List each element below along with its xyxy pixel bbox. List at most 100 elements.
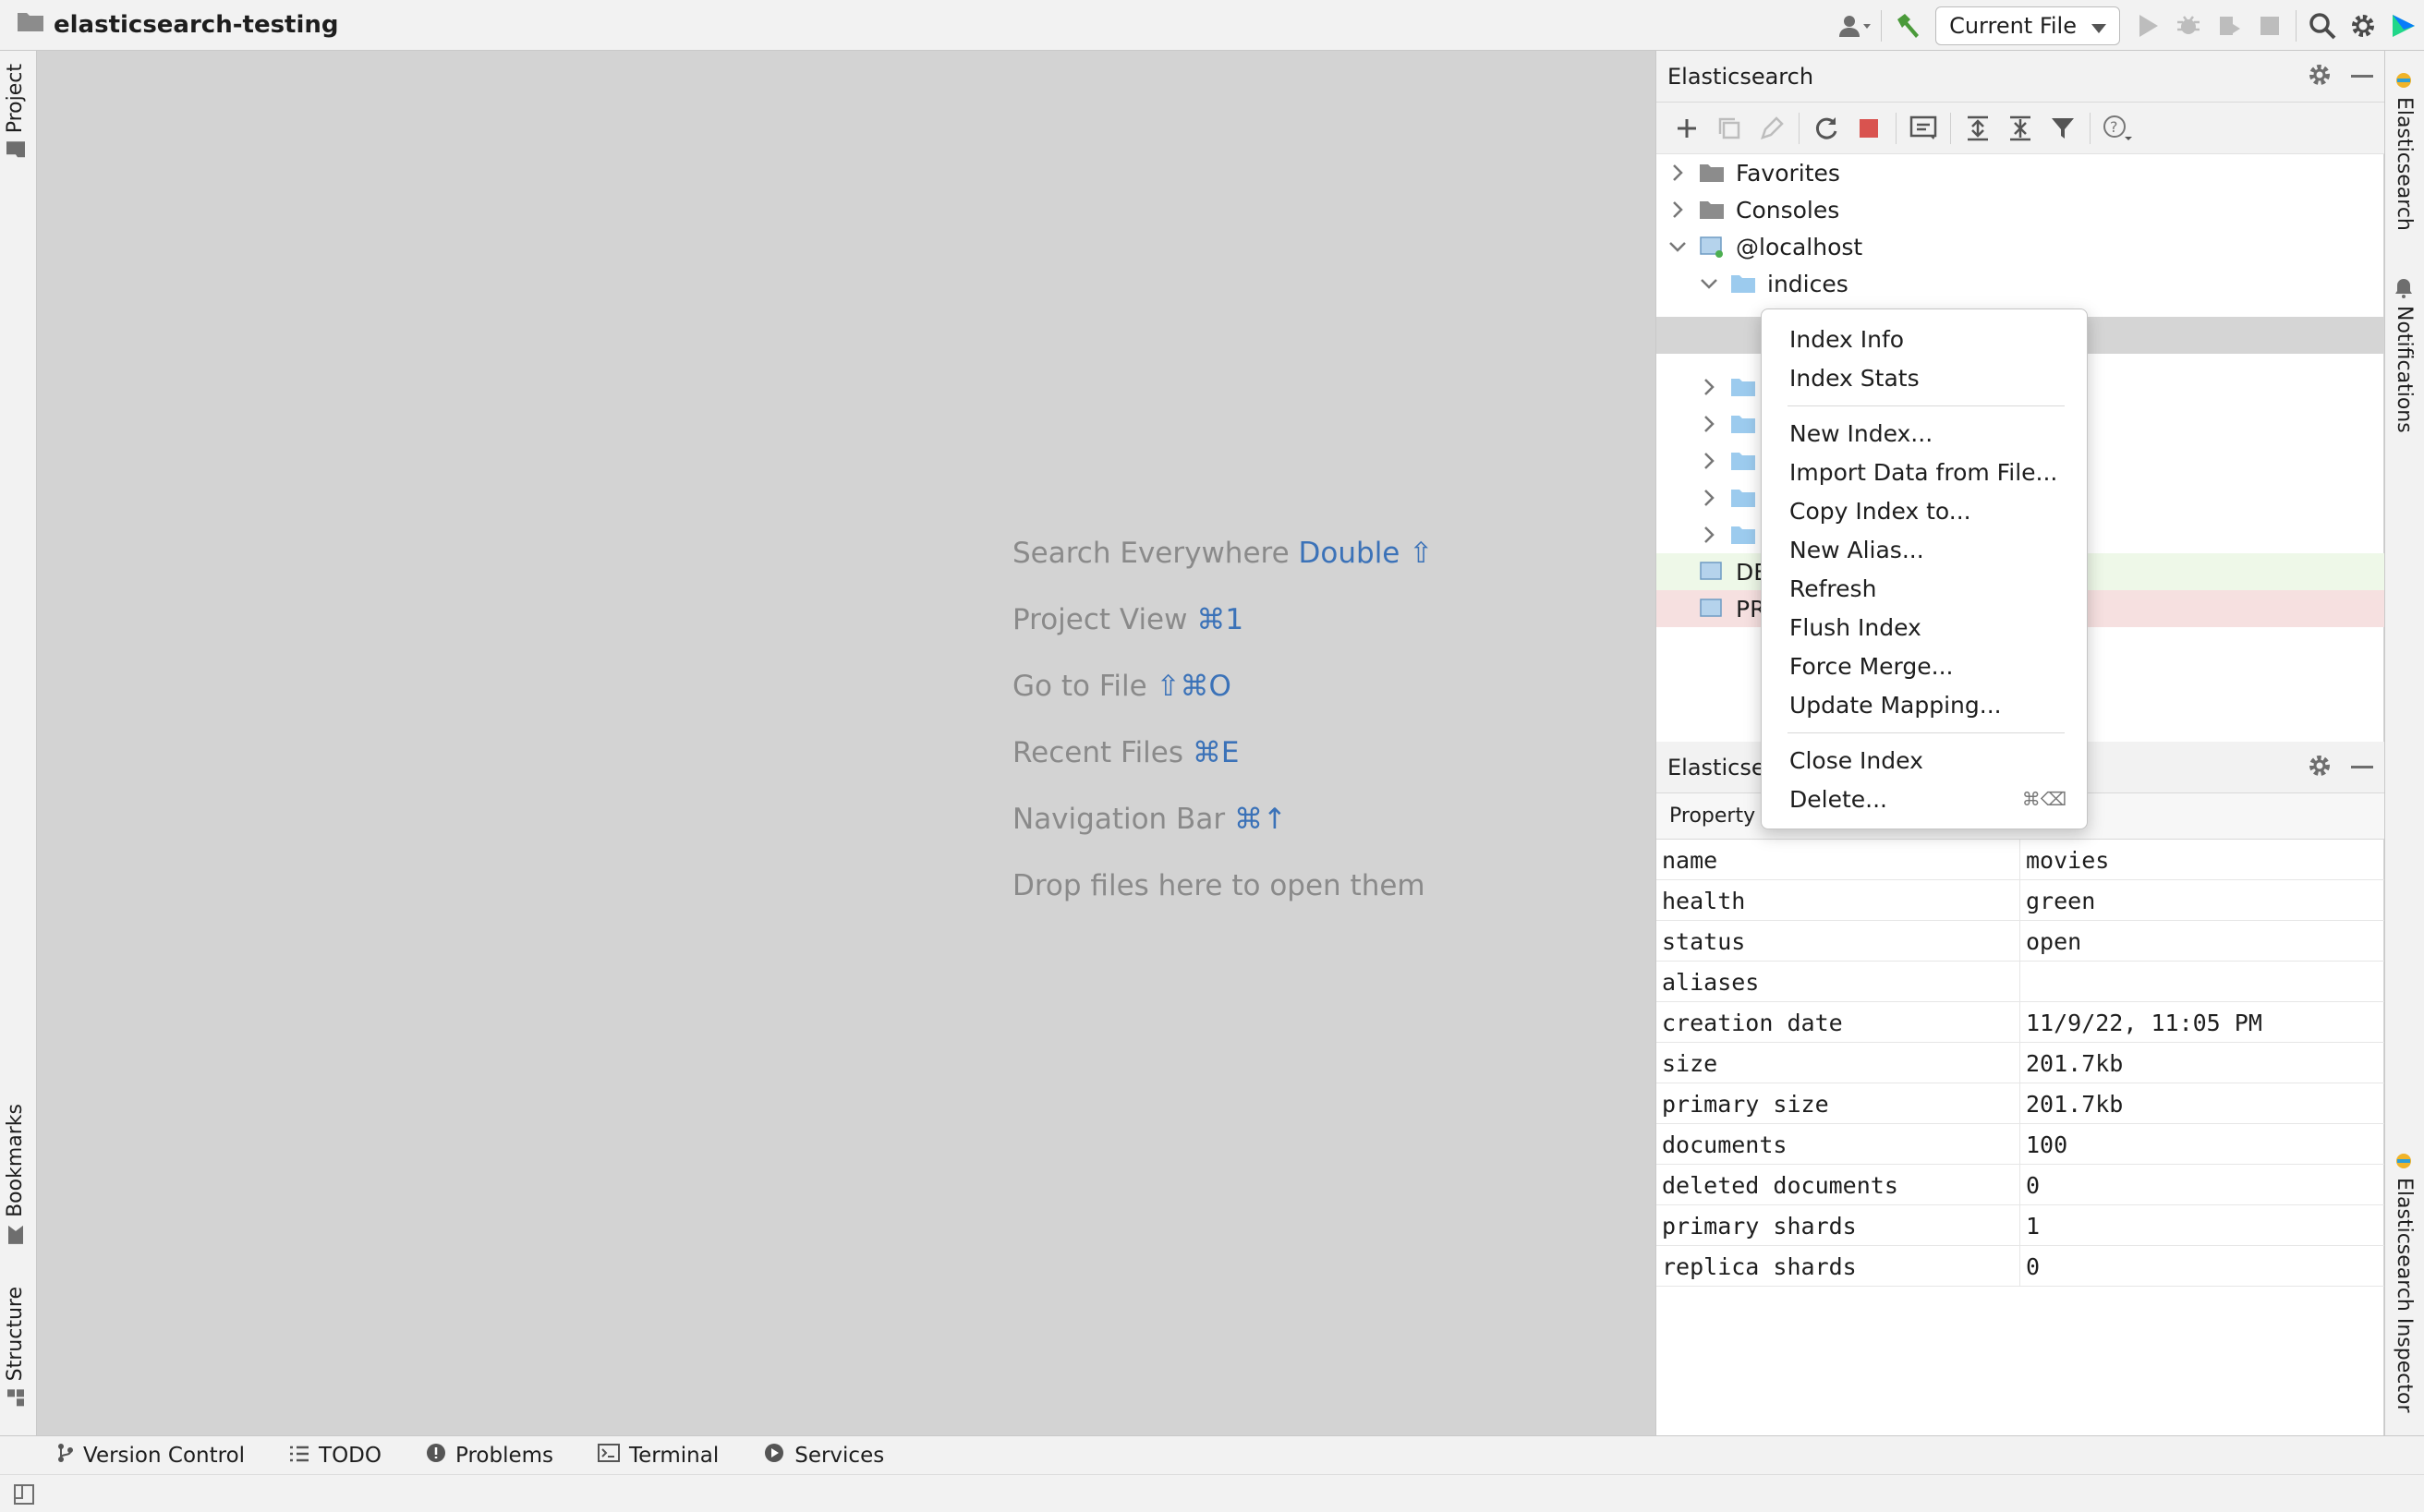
filter-icon[interactable]	[2042, 107, 2084, 150]
expand-all-icon[interactable]	[1957, 107, 1999, 150]
run-configuration-select[interactable]: Current File	[1935, 6, 2120, 45]
column-divider	[2019, 880, 2020, 921]
chevron-right-icon[interactable]	[1699, 378, 1719, 396]
menu-item-new-alias[interactable]: New Alias...	[1762, 531, 2087, 568]
property-row[interactable]: aliases	[1656, 962, 2384, 1002]
property-row[interactable]: creation date 11/9/22, 11:05 PM	[1656, 1002, 2384, 1043]
collapse-all-icon[interactable]	[1999, 107, 2042, 150]
stop-icon[interactable]	[1848, 107, 1890, 150]
elasticsearch-icon	[2393, 1152, 2416, 1170]
copy-icon[interactable]	[1708, 107, 1751, 150]
property-row[interactable]: replica shards 0	[1656, 1246, 2384, 1287]
bell-icon	[2393, 278, 2416, 298]
tab-structure[interactable]: Structure	[4, 1287, 27, 1407]
tab-structure-label: Structure	[4, 1287, 27, 1382]
gear-icon[interactable]	[2307, 753, 2333, 784]
menu-item-index-stats[interactable]: Index Stats	[1762, 359, 2087, 396]
tree-node-localhost[interactable]: @localhost	[1656, 228, 2384, 265]
chevron-right-icon[interactable]	[1699, 526, 1719, 544]
tab-elasticsearch-label: Elasticsearch	[2393, 97, 2416, 231]
property-value: 1	[2026, 1213, 2041, 1240]
property-key: creation date	[1662, 1010, 1843, 1036]
layout-toggle-icon[interactable]	[13, 1483, 35, 1511]
user-icon[interactable]	[1835, 6, 1875, 46]
menu-item-new-index[interactable]: New Index...	[1762, 415, 2087, 452]
stop-icon[interactable]	[2249, 6, 2290, 46]
tab-todo[interactable]: TODO	[289, 1444, 382, 1468]
tab-elasticsearch-inspector[interactable]: Elasticsearch Inspector	[2393, 1152, 2416, 1412]
tab-terminal[interactable]: Terminal	[598, 1443, 719, 1468]
tree-node-label: Consoles	[1736, 196, 1840, 224]
menu-item-index-info[interactable]: Index Info	[1762, 321, 2087, 357]
hint-search-everywhere: Search Everywhere Double ⇧	[1012, 537, 1434, 570]
menu-item-copy-index[interactable]: Copy Index to...	[1762, 492, 2087, 529]
search-icon[interactable]	[2302, 6, 2343, 46]
menu-item-delete[interactable]: Delete... ⌘⌫	[1762, 780, 2087, 817]
menu-item-refresh[interactable]: Refresh	[1762, 570, 2087, 607]
tree-node-label: @localhost	[1736, 233, 1863, 260]
hint-drop-files: Drop files here to open them	[1012, 869, 1425, 902]
tab-bookmarks[interactable]: Bookmarks	[4, 1104, 27, 1245]
menu-item-import-data[interactable]: Import Data from File...	[1762, 454, 2087, 490]
property-row[interactable]: primary shards 1	[1656, 1205, 2384, 1246]
minimize-icon[interactable]	[2351, 75, 2373, 78]
tree-node-indices[interactable]: indices	[1656, 265, 2384, 302]
chevron-right-icon[interactable]	[1699, 452, 1719, 470]
tab-problems[interactable]: Problems	[426, 1443, 553, 1469]
editor-empty-area[interactable]: Search Everywhere Double ⇧ Project View …	[38, 51, 1654, 1435]
chevron-down-icon[interactable]	[1667, 241, 1688, 252]
menu-item-update-mapping[interactable]: Update Mapping...	[1762, 686, 2087, 723]
folder-icon	[1730, 525, 1756, 545]
refresh-icon[interactable]	[1805, 107, 1848, 150]
branch-icon	[57, 1443, 74, 1469]
minimize-icon[interactable]	[2351, 766, 2373, 768]
chevron-right-icon[interactable]	[1667, 200, 1688, 219]
edit-icon[interactable]	[1751, 107, 1793, 150]
menu-item-flush-index[interactable]: Flush Index	[1762, 609, 2087, 646]
tab-project-label: Project	[4, 64, 27, 134]
coverage-icon[interactable]	[2209, 6, 2249, 46]
add-icon[interactable]	[1666, 107, 1708, 150]
tab-notifications-label: Notifications	[2393, 306, 2416, 433]
help-icon[interactable]: ?	[2096, 107, 2139, 150]
gear-icon[interactable]	[2343, 6, 2383, 46]
property-column-header[interactable]: Property	[1669, 804, 1755, 828]
build-hammer-icon[interactable]	[1887, 6, 1928, 46]
menu-item-close-index[interactable]: Close Index	[1762, 742, 2087, 779]
query-console-icon[interactable]	[1902, 107, 1945, 150]
chevron-down-icon[interactable]	[1699, 278, 1719, 289]
run-icon[interactable]	[2127, 6, 2168, 46]
tab-elasticsearch[interactable]: Elasticsearch	[2393, 71, 2416, 231]
chevron-right-icon[interactable]	[1699, 415, 1719, 433]
gear-icon[interactable]	[2307, 62, 2333, 93]
tab-notifications[interactable]: Notifications	[2393, 278, 2416, 433]
tree-node-consoles[interactable]: Consoles	[1656, 191, 2384, 228]
property-row[interactable]: health green	[1656, 880, 2384, 921]
property-row[interactable]: status open	[1656, 921, 2384, 962]
left-tool-strip: Project Bookmarks Structure	[0, 51, 37, 1435]
property-row[interactable]: primary size 201.7kb	[1656, 1083, 2384, 1124]
chevron-right-icon[interactable]	[1667, 163, 1688, 182]
menu-item-force-merge[interactable]: Force Merge...	[1762, 647, 2087, 684]
tree-node-label: Favorites	[1736, 159, 1840, 187]
property-row[interactable]: deleted documents 0	[1656, 1165, 2384, 1205]
folder-icon	[4, 140, 27, 159]
tab-project[interactable]: Project	[4, 64, 27, 159]
bookmark-icon	[4, 1225, 27, 1245]
tab-version-control[interactable]: Version Control	[57, 1443, 245, 1469]
tab-label: Version Control	[83, 1443, 246, 1468]
tab-services[interactable]: Services	[763, 1442, 884, 1470]
jetbrains-logo-icon[interactable]	[2383, 6, 2424, 46]
project-selector[interactable]: elasticsearch-testing	[17, 10, 339, 39]
connection-icon	[1699, 598, 1725, 620]
property-row[interactable]: documents 100	[1656, 1124, 2384, 1165]
property-row[interactable]: size 201.7kb	[1656, 1043, 2384, 1083]
debug-icon[interactable]	[2168, 6, 2209, 46]
tree-node-favorites[interactable]: Favorites	[1656, 154, 2384, 191]
separator	[1950, 112, 1951, 144]
folder-icon	[1730, 414, 1756, 434]
chevron-right-icon[interactable]	[1699, 489, 1719, 507]
property-row[interactable]: name movies	[1656, 840, 2384, 880]
connection-icon	[1699, 561, 1725, 583]
column-divider	[2019, 1165, 2020, 1205]
